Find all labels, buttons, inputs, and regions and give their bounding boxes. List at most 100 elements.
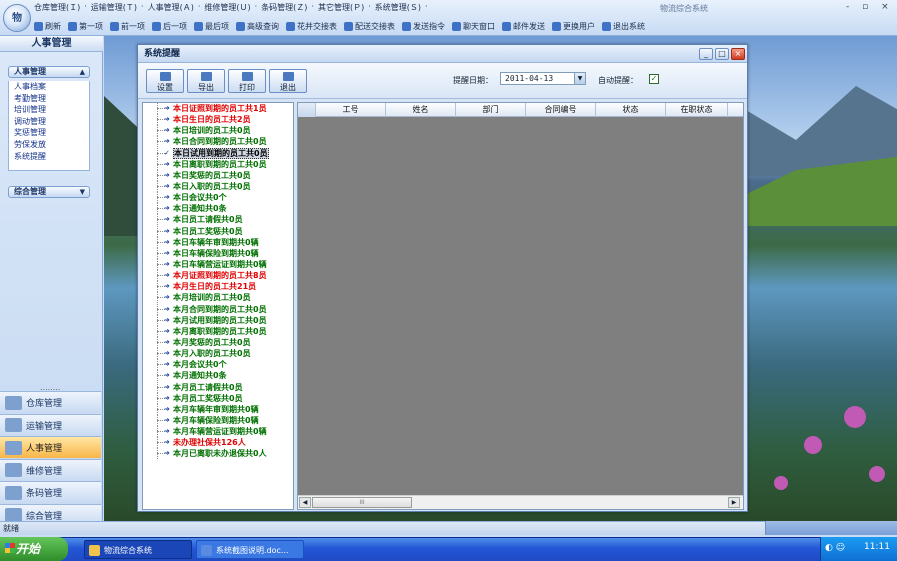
close-button[interactable]: × bbox=[731, 48, 745, 60]
menu-item[interactable]: 仓库管理(Ｉ) bbox=[34, 2, 80, 16]
tree-node[interactable]: ➜ 本日奖惩的员工共0员 bbox=[143, 169, 293, 181]
group-header-personnel[interactable]: 人事管理 ▲ bbox=[8, 66, 90, 78]
personnel-link[interactable]: 考勤管理 bbox=[9, 93, 89, 105]
tree-node[interactable]: ➜ 本日入职的员工共0员 bbox=[143, 180, 293, 192]
arrow-right-icon: ➜ bbox=[164, 237, 170, 246]
tree-node[interactable]: ➜ 本日会议共0个 bbox=[143, 192, 293, 204]
arrow-right-icon: ➜ bbox=[164, 259, 170, 268]
tree-node[interactable]: ➜ 本月生日的员工共21员 bbox=[143, 281, 293, 293]
toolbar-button[interactable]: 高级查询 bbox=[236, 19, 279, 33]
toolbar-button[interactable]: 第一项 bbox=[68, 19, 103, 33]
module-nav-button[interactable]: 运输管理 bbox=[0, 413, 101, 436]
tree-node[interactable]: ➜ 本月合同到期的员工共0员 bbox=[143, 303, 293, 315]
column-header[interactable]: 工号 bbox=[316, 103, 386, 117]
toolbar-button[interactable]: 配送交接表 bbox=[344, 19, 395, 33]
column-header[interactable]: 状态 bbox=[596, 103, 666, 117]
settings-button[interactable]: 设置 bbox=[146, 69, 184, 93]
menu-item[interactable]: 维修管理(Ｕ) bbox=[204, 2, 250, 16]
toolbar-button[interactable]: 最后项 bbox=[194, 19, 229, 33]
menu-item[interactable]: 人事管理(Ａ) bbox=[148, 2, 194, 16]
tree-node[interactable]: ➜ 本月奖惩的员工共0员 bbox=[143, 336, 293, 348]
tree-node[interactable]: ➜ 本月试用到期的员工共0员 bbox=[143, 314, 293, 326]
toolbar-button[interactable]: 邮件发送 bbox=[502, 19, 545, 33]
personnel-link[interactable]: 奖惩管理 bbox=[9, 127, 89, 139]
toolbar-button[interactable]: 聊天窗口 bbox=[452, 19, 495, 33]
taskbar-item-app[interactable]: 物流综合系统 bbox=[84, 540, 192, 559]
menu-item[interactable]: 其它管理(Ｐ) bbox=[318, 2, 364, 16]
toolbar-button[interactable]: 刷新 bbox=[34, 19, 61, 33]
collapse-up-icon[interactable]: ▲ bbox=[80, 67, 85, 77]
column-header[interactable]: 姓名 bbox=[386, 103, 456, 117]
personnel-link[interactable]: 劳保发放 bbox=[9, 139, 89, 151]
column-header[interactable]: 部门 bbox=[456, 103, 526, 117]
menu-item[interactable]: 条码管理(Ｚ) bbox=[261, 2, 307, 16]
group-header-general[interactable]: 综合管理 ▼ bbox=[8, 186, 90, 198]
chevron-down-icon[interactable]: ▼ bbox=[80, 187, 85, 197]
app-orb-button[interactable]: 物 bbox=[3, 4, 31, 32]
toolbar-button[interactable]: 发送指令 bbox=[402, 19, 445, 33]
maximize-button[interactable]: □ bbox=[715, 48, 729, 60]
tree-node[interactable]: ➜ 本月证照到期的员工共8员 bbox=[143, 270, 293, 282]
tree-node[interactable]: ➜ 本月车辆年审到期共0辆 bbox=[143, 403, 293, 415]
tree-node[interactable]: ➜ 本日员工奖惩共0员 bbox=[143, 225, 293, 237]
date-dropdown-icon[interactable]: ▼ bbox=[574, 73, 585, 84]
tree-node[interactable]: ➜ 本月离职到期的员工共0员 bbox=[143, 325, 293, 337]
toolbar-button[interactable]: 退出系统 bbox=[602, 19, 645, 33]
personnel-link[interactable]: 培训管理 bbox=[9, 104, 89, 116]
arrow-right-icon: ➜ bbox=[164, 360, 170, 369]
module-nav-button[interactable]: 维修管理 bbox=[0, 458, 101, 481]
minimize-button[interactable]: _ bbox=[699, 48, 713, 60]
tree-node[interactable]: ➜ 本日生日的员工共2员 bbox=[143, 114, 293, 126]
tree-node[interactable]: ➜ 本日车辆年审到期共0辆 bbox=[143, 236, 293, 248]
auto-reminder-checkbox[interactable]: ✓ bbox=[649, 74, 659, 84]
tree-node[interactable]: ➜ 本日员工请假共0员 bbox=[143, 214, 293, 226]
tree-node[interactable]: ➜ 本月车辆营运证到期共0辆 bbox=[143, 426, 293, 438]
personnel-link[interactable]: 系统提醒 bbox=[9, 151, 89, 163]
tree-node[interactable]: ➜ 本月车辆保险到期共0辆 bbox=[143, 414, 293, 426]
tree-node[interactable]: ➜ 本日证照到期的员工共1员 bbox=[143, 103, 293, 114]
tree-node[interactable]: ➜ 未办理社保共126人 bbox=[143, 437, 293, 449]
tree-node[interactable]: ➜ 本月入职的员工共0员 bbox=[143, 348, 293, 360]
tree-node[interactable]: ➜ 本日合同到期的员工共0员 bbox=[143, 136, 293, 148]
tree-node[interactable]: ➜ 本月已离职未办退保共0人 bbox=[143, 448, 293, 460]
tree-node[interactable]: ➜ 本日车辆营运证到期共0辆 bbox=[143, 258, 293, 270]
menu-item[interactable]: 系统管理(Ｓ) bbox=[375, 2, 421, 16]
arrow-right-icon: ➜ bbox=[164, 326, 170, 335]
export-button[interactable]: 导出 bbox=[187, 69, 225, 93]
tree-node[interactable]: ✓ 本日试用到期的员工共0员 bbox=[143, 147, 293, 159]
toolbar-button[interactable]: 花并交接表 bbox=[286, 19, 337, 33]
module-nav-button[interactable]: 人事管理 bbox=[0, 436, 101, 458]
scroll-left-icon[interactable]: ◀ bbox=[299, 497, 311, 508]
horizontal-scrollbar[interactable]: ◀ III ▶ bbox=[298, 495, 743, 509]
tree-node[interactable]: ➜ 本日培训的员工共0员 bbox=[143, 125, 293, 137]
toolbar-button[interactable]: 后一项 bbox=[152, 19, 187, 33]
scroll-right-icon[interactable]: ▶ bbox=[728, 497, 740, 508]
scroll-thumb[interactable]: III bbox=[312, 497, 412, 508]
tree-node-label: 本日车辆营运证到期共0辆 bbox=[173, 259, 267, 269]
column-header[interactable]: 合同编号 bbox=[526, 103, 596, 117]
tray-icons[interactable]: ◐ ☺ bbox=[825, 543, 845, 553]
tree-node[interactable]: ➜ 本月通知共0条 bbox=[143, 370, 293, 382]
tree-node[interactable]: ➜ 本日离职到期的员工共0员 bbox=[143, 158, 293, 170]
personnel-link[interactable]: 调动管理 bbox=[9, 116, 89, 128]
tree-node[interactable]: ➜ 本月培训的员工共0员 bbox=[143, 292, 293, 304]
toolbar-button[interactable]: 前一项 bbox=[110, 19, 145, 33]
exit-button[interactable]: 退出 bbox=[269, 69, 307, 93]
tree-node[interactable]: ➜ 本日通知共0条 bbox=[143, 203, 293, 215]
column-header[interactable]: 在职状态 bbox=[666, 103, 728, 117]
menu-item[interactable]: 运输管理(Ｔ) bbox=[91, 2, 137, 16]
tree-node[interactable]: ➜ 本日车辆保险到期共0辆 bbox=[143, 247, 293, 259]
module-nav-button[interactable]: 仓库管理 bbox=[0, 391, 101, 413]
row-selector-header[interactable] bbox=[298, 103, 316, 117]
taskbar-item-doc[interactable]: 系统截图说明.doc... bbox=[196, 540, 304, 559]
tree-node[interactable]: ➜ 本月员工请假共0员 bbox=[143, 381, 293, 393]
print-button[interactable]: 打印 bbox=[228, 69, 266, 93]
tree-node[interactable]: ➜ 本月员工奖惩共0员 bbox=[143, 392, 293, 404]
module-nav-button[interactable]: 条码管理 bbox=[0, 481, 101, 503]
tree-node[interactable]: ➜ 本月会议共0个 bbox=[143, 359, 293, 371]
check-icon: ✓ bbox=[164, 148, 170, 157]
tree-node-label: 本月会议共0个 bbox=[173, 360, 227, 370]
personnel-link[interactable]: 人事档案 bbox=[9, 81, 89, 93]
window-controls[interactable]: - ▫ × bbox=[846, 2, 894, 12]
toolbar-button[interactable]: 更换用户 bbox=[552, 19, 595, 33]
